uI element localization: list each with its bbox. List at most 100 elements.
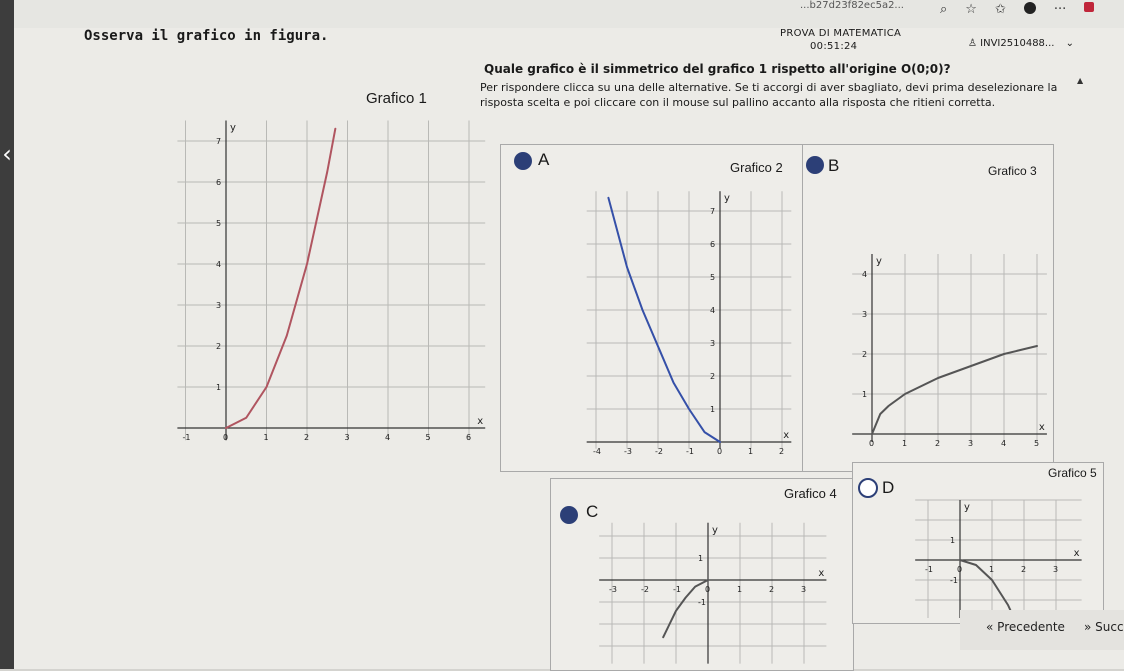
y-tick-label: 5 — [216, 219, 221, 228]
x-tick-label: -1 — [183, 433, 191, 442]
option-b-letter: B — [828, 156, 840, 175]
x-tick-label: 5 — [1034, 439, 1039, 448]
x-tick-label: 1 — [264, 433, 269, 442]
y-tick-label: 2 — [710, 372, 715, 381]
x-tick-label: -1 — [925, 565, 933, 574]
x-tick-label: 1 — [748, 447, 753, 456]
x-tick-label: 3 — [968, 439, 973, 448]
next-button[interactable]: » Succ — [1084, 620, 1124, 634]
y-tick-label: 1 — [950, 536, 955, 545]
y-tick-label: 4 — [216, 260, 221, 269]
y-tick-label: 3 — [710, 339, 715, 348]
x-tick-label: 4 — [385, 433, 390, 442]
grid — [177, 120, 486, 441]
option-d-radio[interactable] — [858, 478, 878, 498]
series-line — [662, 579, 709, 639]
help-text: Per rispondere clicca su una delle alter… — [480, 81, 1058, 109]
y-tick-label: 7 — [710, 207, 715, 216]
option-a-letter: A — [538, 150, 550, 169]
x-tick-label: 2 — [779, 447, 784, 456]
x-tick-label: 0 — [717, 447, 722, 456]
x-tick-label: 0 — [223, 433, 228, 442]
question-text: Quale grafico è il simmetrico del grafic… — [484, 62, 951, 76]
option-c-graph: -3 -2 -1 0 1 2 3 1 -1 x y — [599, 522, 827, 664]
x-axis-label: x — [783, 430, 789, 441]
x-tick-label: 3 — [1053, 565, 1058, 574]
x-tick-label: 1 — [989, 565, 994, 574]
x-tick-label: -3 — [609, 585, 617, 594]
x-axis-label: x — [477, 416, 483, 427]
x-tick-label: 2 — [935, 439, 940, 448]
option-d-graph-title: Grafico 5 — [1048, 466, 1097, 480]
x-axis-label: x — [1039, 422, 1045, 433]
double-chevron-left-icon: « — [986, 620, 994, 634]
y-tick-label: 6 — [216, 178, 221, 187]
grid — [915, 499, 1082, 618]
y-tick-label: 2 — [216, 342, 221, 351]
favorites-icon[interactable]: ✩ — [995, 2, 1006, 17]
address-bar[interactable]: ...b27d23f82ec5a2... — [800, 0, 904, 11]
y-axis-label: y — [724, 193, 730, 204]
scroll-up-icon[interactable]: ▲ — [1077, 76, 1083, 85]
browser-icons: ⌕ ☆ ✩ ··· — [940, 2, 1095, 17]
zoom-icon[interactable]: ⌕ — [940, 2, 947, 17]
option-b-graph-title: Grafico 3 — [988, 164, 1037, 178]
option-b-radio[interactable] — [806, 156, 824, 174]
x-tick-label: -2 — [655, 447, 663, 456]
profile-icon[interactable] — [1023, 2, 1036, 14]
prev-label: Precedente — [997, 620, 1065, 634]
y-tick-label: 1 — [698, 554, 703, 563]
option-d-letter: D — [882, 478, 895, 497]
timer: 00:51:24 — [810, 41, 858, 52]
option-b-graph: 0 1 2 3 4 5 1 2 3 4 x y — [852, 254, 1047, 448]
left-panel-edge — [0, 0, 14, 669]
y-tick-label: 7 — [216, 137, 221, 146]
option-c-graph-title: Grafico 4 — [784, 486, 837, 501]
y-tick-label: 3 — [862, 310, 867, 319]
extension-icon[interactable] — [1084, 2, 1095, 12]
main-graph-title: Grafico 1 — [366, 90, 427, 107]
option-a-graph: -4 -3 -2 -1 0 1 2 1 2 3 4 5 6 7 x y — [586, 191, 792, 456]
double-chevron-right-icon: » — [1084, 620, 1092, 634]
x-tick-label: -1 — [673, 585, 681, 594]
y-tick-label: 3 — [216, 301, 221, 310]
x-axis-label: x — [818, 568, 824, 579]
x-tick-label: -2 — [641, 585, 649, 594]
more-icon[interactable]: ··· — [1054, 2, 1066, 17]
y-tick-label: 5 — [710, 273, 715, 282]
x-tick-label: 0 — [705, 585, 710, 594]
y-tick-label: 1 — [710, 405, 715, 414]
x-axis-label: x — [1074, 548, 1080, 559]
x-tick-label: 6 — [466, 433, 471, 442]
next-label: Succ — [1095, 620, 1124, 634]
chevron-left-icon[interactable]: ‹ — [0, 140, 14, 168]
chevron-down-icon[interactable]: ⌄ — [1066, 38, 1074, 49]
x-tick-label: 3 — [345, 433, 350, 442]
y-tick-label: 4 — [862, 270, 867, 279]
y-tick-label: 6 — [710, 240, 715, 249]
star-icon[interactable]: ☆ — [965, 2, 977, 17]
x-tick-label: -4 — [593, 447, 601, 456]
browser-toolbar: ...b27d23f82ec5a2... ⌕ ☆ ✩ ··· — [0, 0, 1124, 28]
series-line — [871, 345, 1038, 435]
test-name: PROVA DI MATEMATICA — [780, 28, 902, 39]
series-line — [225, 127, 337, 429]
test-header: PROVA DI MATEMATICA 00:51:24 — [780, 28, 901, 52]
prev-button[interactable]: « Precedente — [986, 620, 1065, 634]
user-menu[interactable]: ♙ INVI2510488... ⌄ — [968, 38, 1074, 49]
y-tick-label: 2 — [862, 350, 867, 359]
main-graph: -1 0 1 2 3 4 5 6 1 2 3 4 5 6 7 x y — [177, 120, 486, 442]
y-axis-label: y — [712, 525, 718, 536]
x-tick-label: 1 — [902, 439, 907, 448]
x-tick-label: 5 — [426, 433, 431, 442]
x-tick-label: 2 — [1021, 565, 1026, 574]
user-id: INVI2510488... — [980, 38, 1055, 49]
x-tick-label: 2 — [304, 433, 309, 442]
x-tick-label: 3 — [801, 585, 806, 594]
option-a-radio[interactable] — [514, 152, 532, 170]
instruction-text: Osserva il grafico in figura. — [84, 28, 329, 44]
y-axis-label: y — [230, 123, 236, 134]
series-line — [607, 196, 721, 443]
option-c-radio[interactable] — [560, 506, 578, 524]
y-tick-label: -1 — [698, 598, 706, 607]
